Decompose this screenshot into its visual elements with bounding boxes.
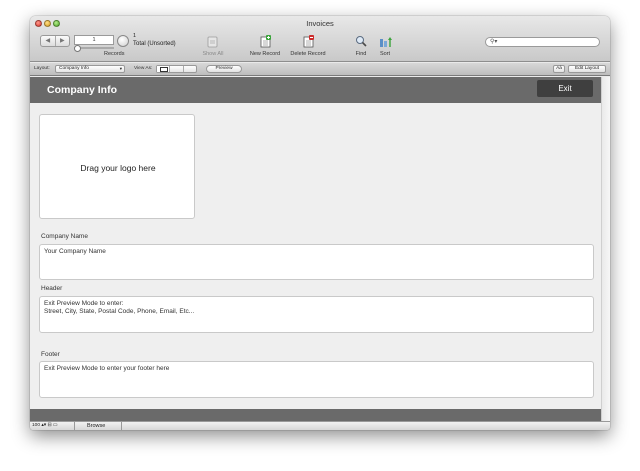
header-field[interactable]: Exit Preview Mode to enter: Street, City… [39,296,594,333]
zoom-control[interactable]: 100 ▴▾ ⊟ ▭ [32,423,57,428]
delete-record-icon[interactable] [302,35,315,48]
exit-button[interactable]: Exit [537,80,593,97]
view-as-segment [156,65,197,73]
edit-layout-button[interactable]: Edit Layout [568,65,606,73]
new-record-icon[interactable] [259,35,272,48]
record-count: 1 [133,33,137,39]
logo-placeholder-text: Drag your logo here [80,163,156,173]
company-name-field[interactable]: Your Company Name [39,244,594,280]
records-label: Records [104,51,125,57]
window-title: Invoices [306,19,334,28]
logo-container[interactable]: Drag your logo here [39,114,195,219]
zoom-level: 100 [32,423,41,428]
header-label: Header [41,285,63,292]
layout-select[interactable]: Company Info ▾ [55,65,125,73]
app-window: Invoices ◀ ▶ 1 1 Total (Unsorted) Record… [30,16,610,430]
record-total: Total (Unsorted) [133,41,176,47]
company-name-label: Company Name [41,233,88,240]
chevron-down-icon: ▾ [119,66,122,71]
layout-select-value: Company Info [59,66,89,71]
mode-indicator[interactable]: Browse [74,422,122,430]
find-icon[interactable] [355,35,368,48]
layout-canvas: Company Info Exit Drag your logo here Co… [30,77,601,421]
show-all-icon[interactable] [206,35,219,48]
new-record-button[interactable]: New Record [245,51,285,57]
text-formatting-button[interactable]: Aá [553,65,565,73]
record-slider[interactable] [74,45,114,52]
table-view-button[interactable] [184,66,196,72]
next-record-icon[interactable]: ▶ [56,36,70,46]
find-button[interactable]: Find [352,51,370,57]
zoom-icons: ▴▾ ⊟ ▭ [41,423,58,428]
quick-find-search-input[interactable]: ⚲▾ [485,37,600,47]
found-set-pie-icon [117,35,129,47]
sort-button[interactable]: Sort [376,51,394,57]
delete-record-button[interactable]: Delete Record [286,51,330,57]
list-view-button[interactable] [170,66,184,72]
footer-label: Footer [41,351,60,358]
layout-bar: Layout: Company Info ▾ View As: Preview … [30,63,610,76]
record-navigation: ◀ ▶ [40,35,70,47]
view-as-label: View As: [134,66,153,71]
status-bar: 100 ▴▾ ⊟ ▭ Browse [30,421,610,430]
footer-field[interactable]: Exit Preview Mode to enter your footer h… [39,361,594,398]
previous-record-icon[interactable]: ◀ [41,36,56,46]
show-all-button[interactable]: Show All [197,51,229,57]
content-area: Company Info Exit Drag your logo here Co… [30,77,610,421]
current-record-field[interactable]: 1 [74,35,114,45]
preview-button[interactable]: Preview [206,65,242,73]
vertical-scrollbar[interactable] [601,77,610,421]
layout-label: Layout: [34,66,50,71]
search-icon: ⚲▾ [490,39,498,45]
page-footer-band [30,409,601,421]
form-view-button[interactable] [157,66,171,72]
toolbar: Invoices ◀ ▶ 1 1 Total (Unsorted) Record… [30,16,610,62]
page-header: Company Info Exit [30,77,601,103]
sort-icon[interactable] [379,35,392,48]
page-title: Company Info [47,84,117,96]
